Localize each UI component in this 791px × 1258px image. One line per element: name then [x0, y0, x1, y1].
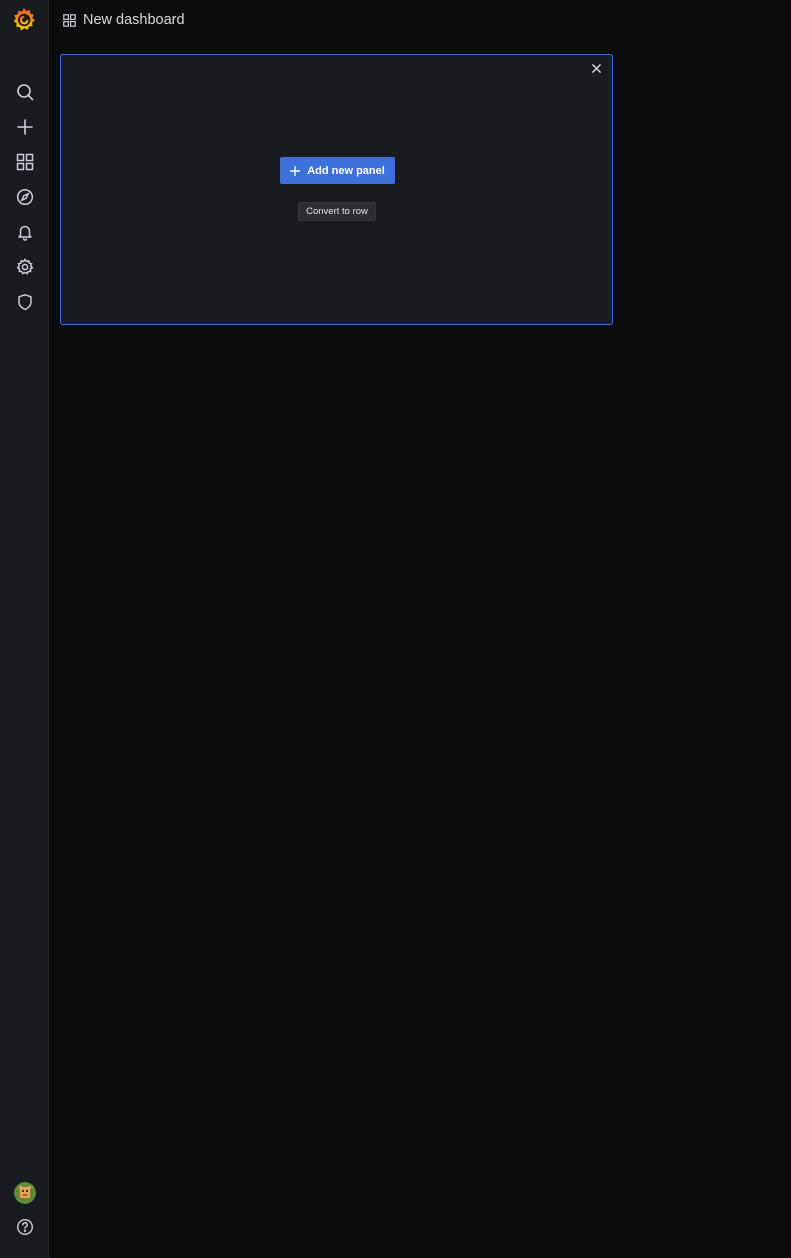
sidebar-item-help[interactable] [12, 1214, 38, 1240]
add-new-panel-label: Add new panel [307, 164, 385, 177]
question-circle-icon [16, 1218, 34, 1236]
sidebar-item-alerting[interactable] [12, 219, 38, 245]
close-icon [591, 63, 601, 73]
sidebar-item-server-admin[interactable] [12, 289, 38, 315]
plus-icon [290, 165, 301, 176]
apps-icon [63, 14, 76, 27]
shield-icon [18, 294, 32, 311]
convert-to-row-button[interactable]: Convert to row [298, 202, 376, 221]
page-title[interactable]: New dashboard [83, 12, 185, 28]
sidebar-item-dashboards[interactable] [12, 149, 38, 175]
convert-to-row-label: Convert to row [306, 206, 368, 217]
add-panel-widget: Add new panel Convert to row [60, 54, 613, 325]
search-icon [17, 84, 34, 101]
compass-icon [16, 188, 34, 206]
plus-icon [17, 119, 33, 135]
avatar[interactable] [14, 1182, 36, 1204]
sidebar [0, 0, 49, 1258]
gear-icon [16, 258, 34, 275]
close-button[interactable] [589, 61, 603, 75]
apps-icon [16, 153, 34, 171]
sidebar-item-configuration[interactable] [12, 254, 38, 280]
sidebar-item-explore[interactable] [12, 184, 38, 210]
sidebar-item-create[interactable] [12, 114, 38, 140]
page-toolbar: New dashboard [49, 0, 791, 42]
bell-icon [18, 225, 32, 241]
add-new-panel-button[interactable]: Add new panel [280, 157, 395, 184]
grafana-logo[interactable] [10, 6, 38, 34]
sidebar-item-search[interactable] [12, 79, 38, 105]
